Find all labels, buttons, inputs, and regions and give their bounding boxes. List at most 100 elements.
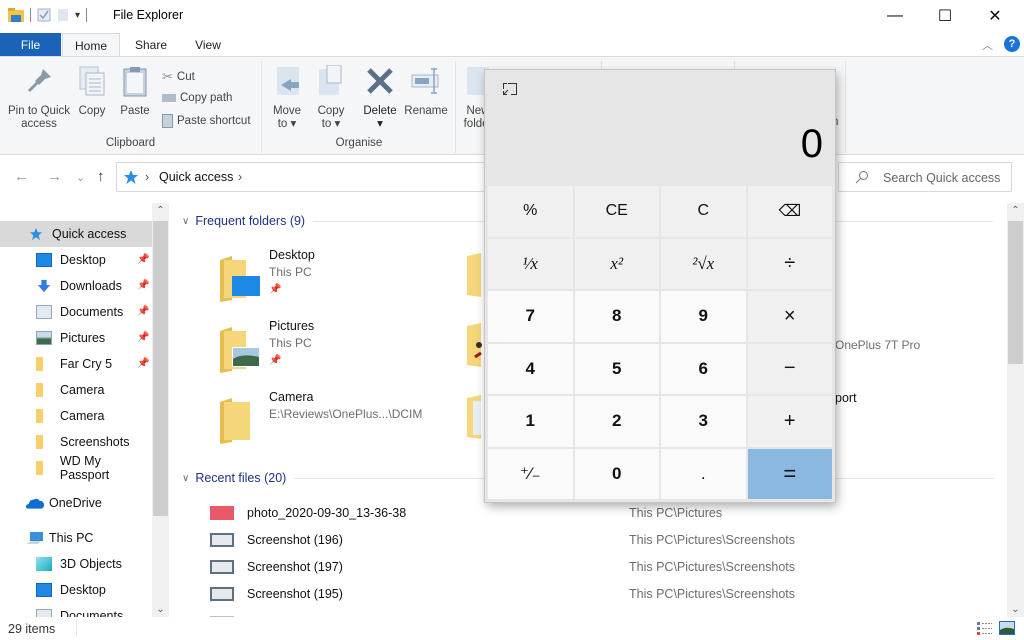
- folder-tile-pictures[interactable]: Pictures This PC 📌: [170, 319, 420, 383]
- properties-icon[interactable]: [37, 8, 51, 22]
- key-square-root[interactable]: ²√x: [661, 238, 746, 289]
- folder-tile-desktop[interactable]: Desktop This PC 📌: [170, 248, 420, 312]
- key-6[interactable]: 6: [661, 343, 746, 394]
- key-clear-entry[interactable]: CE: [574, 186, 659, 237]
- recent-file-row[interactable]: Screenshot (196) This PC\Pictures\Screen…: [210, 528, 990, 554]
- folder-tile-camera[interactable]: Camera E:\Reviews\OnePlus...\DCIM: [170, 390, 422, 454]
- sidebar-item-this-pc[interactable]: This PC: [0, 525, 152, 551]
- sidebar-item-desktop-pc[interactable]: Desktop: [0, 577, 152, 603]
- sidebar-item-documents-pc[interactable]: Documents: [0, 603, 152, 617]
- sidebar-item-camera[interactable]: Camera: [0, 377, 152, 403]
- tab-home[interactable]: Home: [62, 33, 120, 57]
- scroll-up-arrow[interactable]: ⌃: [1007, 205, 1024, 216]
- maximize-button[interactable]: ☐: [922, 0, 968, 32]
- details-view-icon[interactable]: [977, 622, 992, 635]
- sidebar-item-wd-my-passport[interactable]: WD My Passport: [0, 454, 152, 482]
- sidebar-item-camera[interactable]: Camera: [0, 403, 152, 429]
- recent-file-row[interactable]: Screenshot (197) This PC\Pictures\Screen…: [210, 555, 990, 581]
- scroll-down-arrow[interactable]: ⌄: [1007, 604, 1024, 615]
- key-backspace[interactable]: ⌫: [747, 186, 832, 237]
- sidebar-item-far-cry-5[interactable]: Far Cry 5 📌: [0, 351, 152, 377]
- key-7[interactable]: 7: [488, 291, 573, 342]
- collapse-ribbon-icon[interactable]: ︿: [982, 37, 993, 53]
- key-subtract[interactable]: −: [747, 343, 832, 394]
- key-negate[interactable]: ⁺⁄₋: [488, 448, 573, 499]
- quick-access-star-icon: [124, 170, 138, 184]
- pin-icon: [27, 69, 51, 93]
- delete-button[interactable]: Delete ▾: [360, 65, 400, 131]
- sidebar-item-downloads[interactable]: Downloads 📌: [0, 273, 152, 299]
- key-equals[interactable]: =: [747, 448, 832, 499]
- large-icons-view-icon[interactable]: [999, 621, 1015, 635]
- key-1[interactable]: 1: [488, 396, 573, 447]
- recent-file-row[interactable]: photo_2020-09-30_13-36-38 This PC\Pictur…: [210, 501, 990, 527]
- sidebar-item-quick-access[interactable]: Quick access: [0, 221, 152, 247]
- copy-path-button[interactable]: Copy path: [162, 92, 232, 104]
- navigation-pane-scrollbar[interactable]: ⌃ ⌄: [152, 203, 169, 617]
- key-percent[interactable]: %: [488, 186, 573, 237]
- breadcrumb-quick-access[interactable]: Quick access: [159, 170, 233, 184]
- key-9[interactable]: 9: [661, 291, 746, 342]
- search-box[interactable]: Search Quick access: [838, 162, 1012, 192]
- scroll-down-arrow[interactable]: ⌄: [152, 604, 169, 615]
- content-scrollbar[interactable]: ⌃ ⌄: [1007, 203, 1024, 617]
- key-decimal[interactable]: .: [661, 448, 746, 499]
- paste-button[interactable]: Paste: [117, 65, 153, 118]
- copy-to-label-1: Copy: [317, 105, 345, 117]
- key-square[interactable]: x²: [574, 238, 659, 289]
- copy-to-button[interactable]: Copy to ▾: [313, 64, 349, 131]
- sidebar-item-screenshots[interactable]: Screenshots: [0, 429, 152, 455]
- folder-icon: [36, 409, 43, 423]
- sidebar-item-3d-objects[interactable]: 3D Objects: [0, 551, 152, 577]
- rename-button[interactable]: Rename: [403, 65, 449, 118]
- organise-group-label: Organise: [335, 137, 383, 149]
- scrollbar-thumb[interactable]: [153, 221, 168, 516]
- new-folder-qat-icon[interactable]: [57, 8, 69, 22]
- key-4[interactable]: 4: [488, 343, 573, 394]
- key-clear[interactable]: C: [661, 186, 746, 237]
- scroll-up-arrow[interactable]: ⌃: [152, 205, 169, 216]
- pin-to-quick-access-button[interactable]: Pin to Quick access: [6, 65, 72, 131]
- minimize-button[interactable]: —: [872, 0, 918, 32]
- help-icon[interactable]: ?: [1004, 36, 1020, 52]
- copy-button[interactable]: Copy: [74, 65, 110, 118]
- 3d-objects-icon: [36, 557, 52, 571]
- back-button[interactable]: ←: [14, 168, 29, 185]
- forward-button[interactable]: →: [47, 168, 62, 185]
- recent-file-row[interactable]: Screenshot (195) This PC\Pictures\Screen…: [210, 582, 990, 608]
- tab-file[interactable]: File: [0, 33, 61, 57]
- sidebar-item-pictures[interactable]: Pictures 📌: [0, 325, 152, 351]
- recent-locations-button[interactable]: ⌄: [76, 171, 85, 184]
- calculator-window: 0 % CE C ⌫ ¹⁄x x² ²√x ÷ 7 8 9 × 4 5 6−1 2 3 + ⁺⁄₋ 0. =: [485, 70, 835, 502]
- breadcrumb-separator-end[interactable]: ›: [238, 170, 242, 184]
- key-add[interactable]: +: [747, 396, 832, 447]
- cut-button[interactable]: ✂ Cut: [162, 69, 195, 85]
- key-0[interactable]: 0: [574, 448, 659, 499]
- key-5[interactable]: 5: [574, 343, 659, 394]
- copy-path-icon: [162, 94, 176, 102]
- key-multiply[interactable]: ×: [747, 291, 832, 342]
- sidebar-item-documents[interactable]: Documents 📌: [0, 299, 152, 325]
- folder-icon: [36, 357, 43, 371]
- paste-shortcut-button[interactable]: Paste shortcut: [162, 114, 251, 128]
- key-divide[interactable]: ÷: [747, 238, 832, 289]
- tab-view[interactable]: View: [182, 33, 234, 57]
- folder-icon: [36, 383, 43, 397]
- key-8[interactable]: 8: [574, 291, 659, 342]
- breadcrumb-separator[interactable]: ›: [145, 170, 149, 184]
- close-button[interactable]: ✕: [972, 0, 1018, 32]
- tab-share[interactable]: Share: [125, 33, 177, 57]
- key-2[interactable]: 2: [574, 396, 659, 447]
- customize-qat-dropdown[interactable]: ▾: [75, 10, 80, 21]
- pin-icon: 📌: [137, 358, 150, 369]
- key-3[interactable]: 3: [661, 396, 746, 447]
- sidebar-item-desktop[interactable]: Desktop 📌: [0, 247, 152, 273]
- up-button[interactable]: ↑: [97, 168, 105, 185]
- delete-dropdown-arrow[interactable]: ▾: [360, 118, 400, 131]
- key-reciprocal[interactable]: ¹⁄x: [488, 238, 573, 289]
- sidebar-item-onedrive[interactable]: OneDrive: [0, 490, 152, 516]
- move-to-button[interactable]: Move to ▾: [269, 65, 305, 131]
- scrollbar-thumb[interactable]: [1008, 221, 1023, 364]
- keep-on-top-restore-icon[interactable]: [503, 83, 517, 95]
- title-bar: ▾ File Explorer — ☐ ✕: [0, 0, 1024, 32]
